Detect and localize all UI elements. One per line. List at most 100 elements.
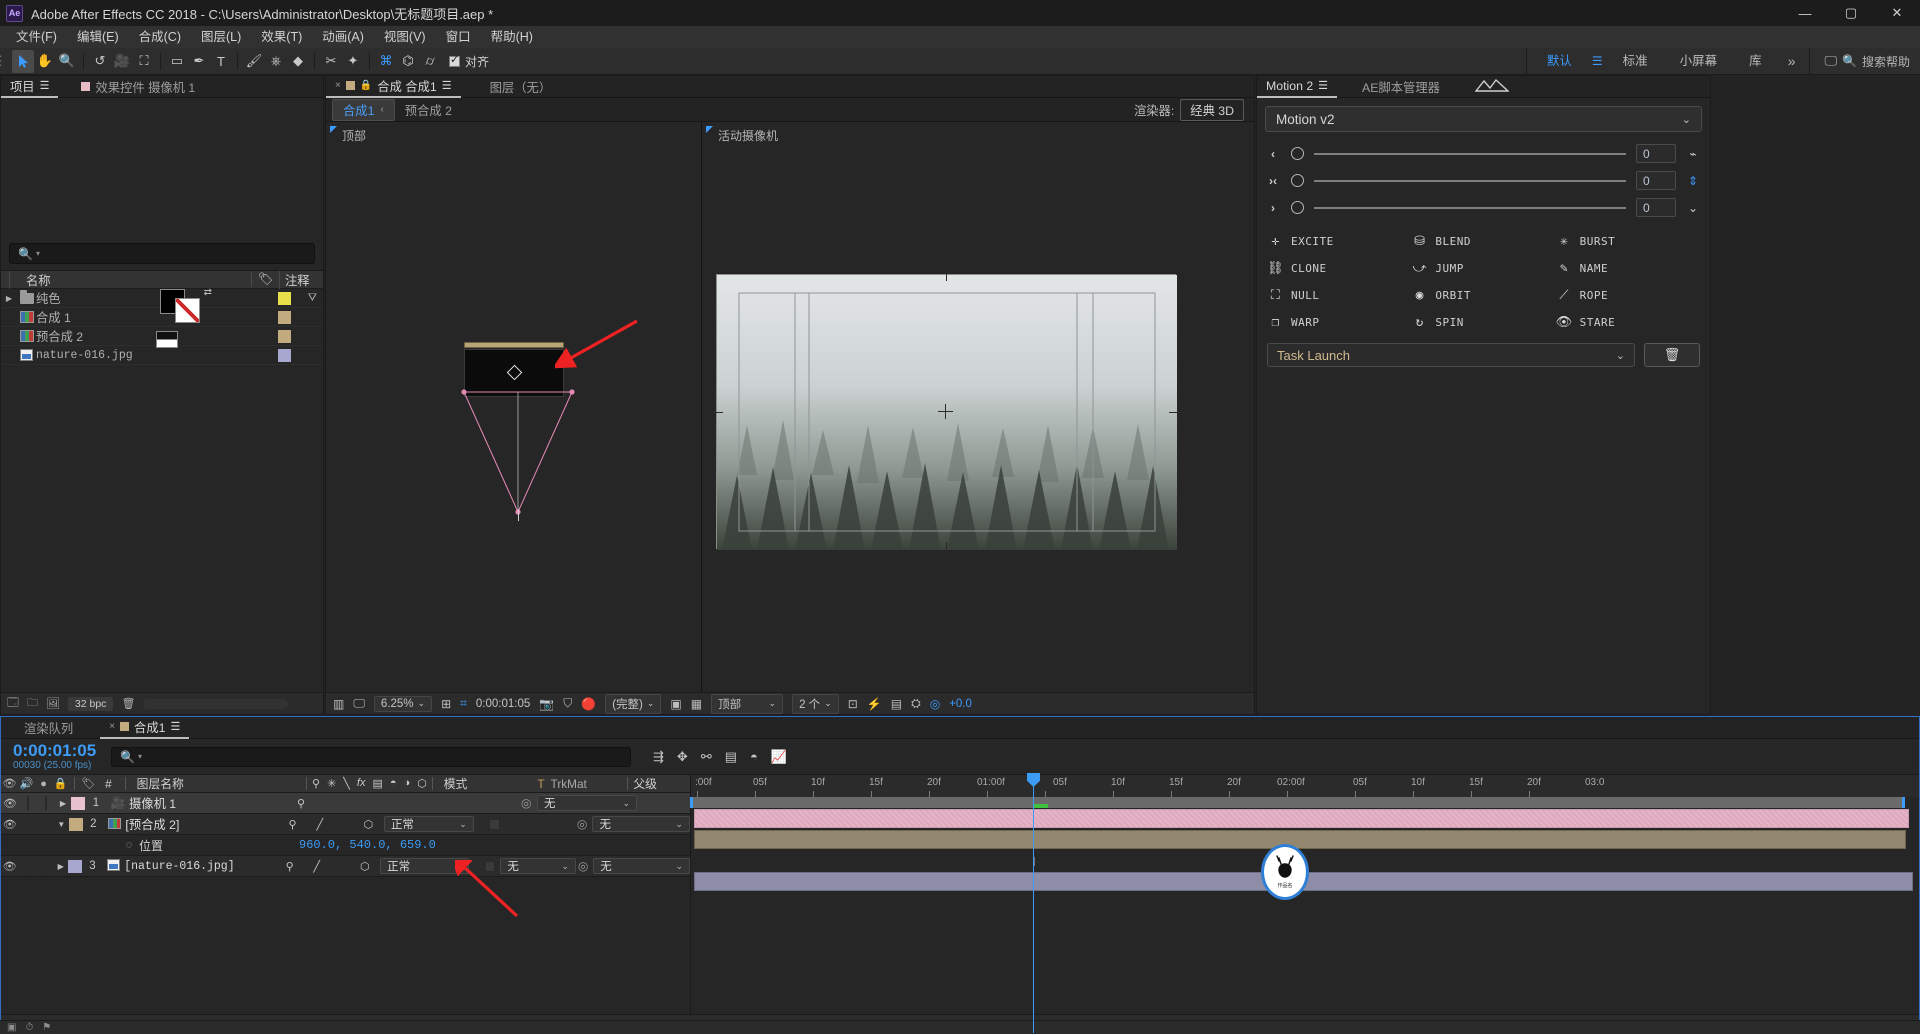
clone-stamp-tool-icon[interactable]: ⎈: [265, 50, 287, 73]
help-search[interactable]: 🖵 🔍 搜索帮助: [1814, 53, 1920, 70]
layer-label-color[interactable]: [68, 859, 82, 873]
motion-preset-select[interactable]: Motion v2 ⌄: [1265, 106, 1702, 132]
column-label-icon[interactable]: 🏷: [251, 272, 279, 287]
parent-pickwhip-icon[interactable]: ◎: [578, 859, 593, 873]
workspace-library[interactable]: 库: [1733, 48, 1778, 75]
tab-motion2[interactable]: Motion 2 ☰: [1257, 76, 1338, 98]
frame-blending-icon[interactable]: ▤: [725, 749, 737, 765]
interpret-footage-icon[interactable]: 🗔: [7, 694, 19, 713]
label-color-swatch[interactable]: [278, 310, 291, 324]
project-search-input[interactable]: 🔍 ▾: [9, 243, 315, 264]
layer-blend-mode-select[interactable]: 正常 ⌄: [380, 858, 470, 874]
menu-view[interactable]: 视图(V): [374, 26, 436, 48]
expand-triangle-icon[interactable]: ▶: [1, 294, 17, 303]
layer-shy-switch[interactable]: ⚲: [286, 818, 300, 831]
workspace-menu-icon[interactable]: ☰: [1588, 54, 1607, 68]
menu-composition[interactable]: 合成(C): [129, 26, 191, 48]
close-button[interactable]: ✕: [1874, 0, 1920, 26]
task-launch-select[interactable]: Task Launch ⌄: [1267, 343, 1635, 367]
layer-3d-switch[interactable]: ⬡: [358, 860, 371, 873]
no-fill-icon[interactable]: [156, 330, 178, 348]
blend-button[interactable]: ⛁ BLEND: [1411, 233, 1555, 250]
layer-expand-icon[interactable]: ▶: [55, 799, 71, 808]
timeline-ruler[interactable]: :00f 05f 10f 15f 20f 01:00f 05f 10f 15f …: [690, 775, 1919, 797]
label-color-swatch[interactable]: [278, 291, 291, 305]
tab-project[interactable]: 项目 ☰: [1, 76, 59, 98]
clone-button[interactable]: ⛓ CLONE: [1267, 260, 1411, 277]
new-composition-icon[interactable]: 🖼: [46, 697, 60, 710]
pan-behind-tool-icon[interactable]: ⛶: [133, 50, 155, 73]
ease-both-slider-row[interactable]: ›‹ 0 ⇕: [1257, 167, 1710, 194]
ease-out-track[interactable]: [1314, 206, 1626, 209]
property-name[interactable]: 位置: [139, 837, 299, 854]
stopwatch-icon[interactable]: ◌: [119, 839, 139, 851]
task-delete-button[interactable]: 🗑: [1644, 343, 1700, 367]
layer-audio-cell[interactable]: [18, 859, 35, 873]
viewer-active-camera[interactable]: 活动摄像机: [701, 122, 1254, 692]
swap-colors-icon[interactable]: ⇄: [204, 287, 212, 298]
target-region-icon[interactable]: ▣: [670, 697, 681, 711]
trkmat-toggle[interactable]: [489, 818, 501, 830]
tab-composition[interactable]: × 🔒 合成 合成1 ☰: [326, 76, 461, 98]
panel-menu-icon[interactable]: ☰: [1318, 79, 1328, 92]
ease-in-slider-row[interactable]: ‹ 0 ⌁: [1257, 140, 1710, 167]
puppet-starch-icon[interactable]: ⌬: [397, 50, 419, 73]
timeline-search-input[interactable]: 🔍 ▾: [111, 746, 631, 767]
ease-in-track[interactable]: [1314, 152, 1626, 155]
tab-render-queue[interactable]: 渲染队列: [15, 717, 82, 739]
menu-effect[interactable]: 效果(T): [251, 26, 312, 48]
workspace-small-screen[interactable]: 小屏幕: [1664, 48, 1734, 75]
toggle-fullscreen-icon[interactable]: 🖵: [353, 696, 365, 711]
layer-parent-select[interactable]: 无 ⌄: [593, 858, 690, 874]
panel-menu-icon[interactable]: ☰: [40, 79, 50, 92]
selection-tool-icon[interactable]: [12, 49, 34, 73]
snapshot-icon[interactable]: 📷: [539, 697, 554, 711]
burst-button[interactable]: ✳ BURST: [1556, 233, 1700, 250]
region-of-interest-icon[interactable]: ⌗: [460, 696, 467, 711]
layer-parent-select[interactable]: 无 ⌄: [592, 816, 691, 832]
layer-solo-cell[interactable]: [36, 859, 53, 873]
pixel-aspect-icon[interactable]: ⊡: [848, 697, 858, 711]
column-name[interactable]: 名称: [9, 270, 51, 289]
renderer-button[interactable]: 经典 3D: [1180, 98, 1244, 121]
ease-both-value[interactable]: 0: [1636, 171, 1676, 190]
layer-audio-cell[interactable]: [19, 817, 37, 831]
motion-blur-icon[interactable]: ◓: [750, 749, 758, 765]
layer-shy-switch[interactable]: ⚲: [283, 860, 296, 873]
layer-3d-switch[interactable]: ⬡: [362, 818, 376, 831]
layer-solo-cell[interactable]: [37, 796, 55, 810]
exposure-value[interactable]: +0.0: [949, 698, 972, 710]
column-parent[interactable]: 父级: [633, 775, 690, 792]
ease-both-track[interactable]: [1314, 179, 1626, 182]
breadcrumb-precomp2[interactable]: 预合成 2: [395, 101, 462, 119]
layer-quality-switch[interactable]: ╱: [313, 818, 327, 831]
table-row[interactable]: 👁 ▼ 2 [预合成 2] ⚲ ╱ ⬡ 正常 ⌄ ◎ 无 ⌄: [1, 814, 691, 835]
tab-timeline-comp1[interactable]: × 合成1 ☰: [100, 717, 190, 739]
stare-button[interactable]: 👁 STARE: [1556, 314, 1700, 331]
menu-edit[interactable]: 编辑(E): [67, 26, 129, 48]
channel-icon[interactable]: 🔴: [581, 697, 596, 711]
workspace-more-icon[interactable]: »: [1778, 53, 1806, 69]
layer-visibility-icon[interactable]: 👁: [1, 797, 19, 810]
pen-tool-icon[interactable]: ✒: [188, 50, 210, 73]
layer-label-color[interactable]: [69, 817, 83, 831]
toggle-alpha-icon[interactable]: ▥: [333, 697, 344, 711]
column-mode[interactable]: 模式: [438, 775, 538, 792]
viewer-top[interactable]: 顶部: [326, 122, 700, 692]
layer-name[interactable]: 摄像机 1: [129, 794, 294, 812]
layer-name[interactable]: [预合成 2]: [125, 815, 285, 833]
zoom-tool-icon[interactable]: 🔍: [56, 50, 78, 73]
comp-flowchart-icon[interactable]: ⛭: [911, 696, 921, 711]
layer-bar-precomp[interactable]: [694, 830, 1906, 849]
current-time-indicator[interactable]: [1027, 773, 1040, 1033]
shape-tool-icon[interactable]: ▭: [166, 50, 188, 73]
color-depth-button[interactable]: 32 bpc: [67, 696, 114, 711]
layer-parent-select[interactable]: 无 ⌄: [537, 795, 637, 811]
menu-file[interactable]: 文件(F): [6, 26, 67, 48]
label-color-swatch[interactable]: [278, 348, 291, 362]
table-row[interactable]: 👁 ▶ 1 🎥 摄像机 1 ⚲ ◎ 无 ⌄: [1, 793, 690, 814]
layer-collapse-icon[interactable]: ▼: [54, 820, 70, 829]
view-layout-select[interactable]: 顶部 ⌄: [711, 693, 784, 714]
left-handle-icon[interactable]: [711, 411, 723, 413]
fill-stroke-swatches[interactable]: ⇄: [160, 287, 212, 323]
